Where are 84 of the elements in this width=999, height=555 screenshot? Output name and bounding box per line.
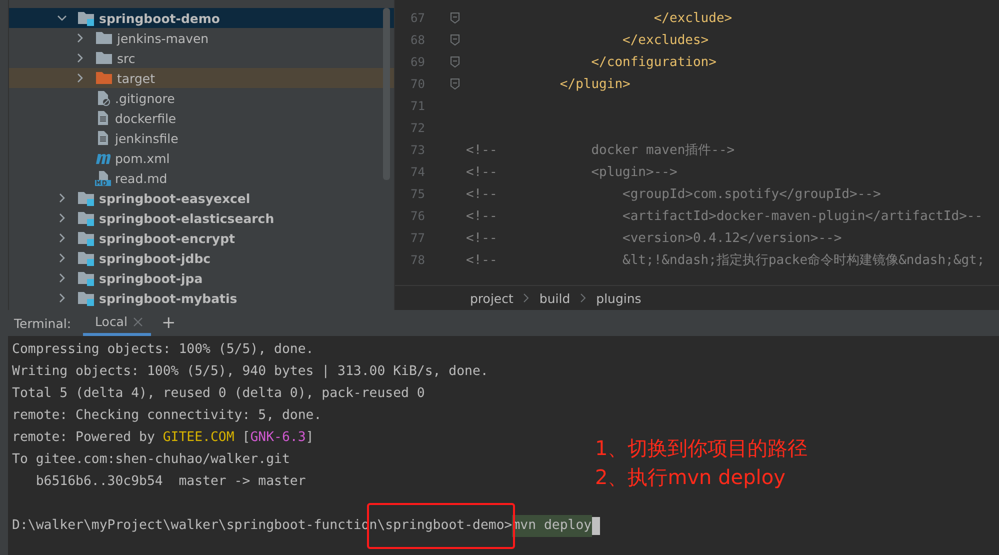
module-folder-icon [77,10,95,26]
module-folder-icon [77,190,95,206]
terminal-line: remote: Checking connectivity: 5, done. [12,407,322,425]
tree-item[interactable]: jenkins-maven [9,28,394,48]
code-line: </exclude> [652,10,732,26]
tree-item[interactable]: springboot-jdbc [9,248,394,268]
markdown-file-icon [95,170,111,186]
annotation-text: 1、切换到你项目的路径 2、执行mvn deploy [595,435,808,491]
collapsed-chevron-icon[interactable] [75,53,85,63]
folder-icon [95,30,113,46]
module-folder-icon [77,290,95,306]
code-line: <!-- <artifactId>docker-maven-plugin</artifactId>-- [466,208,983,224]
code-line: <!-- <plugin>--> [466,164,678,180]
breadcrumb-separator-icon [523,293,530,303]
collapsed-chevron-icon[interactable] [57,233,67,243]
breadcrumb-item[interactable]: project [470,290,514,306]
line-number: 78 [410,253,425,267]
text-file-icon [95,110,111,126]
breadcrumb-item[interactable]: plugins [596,290,642,306]
terminal-line: Compressing objects: 100% (5/5), done. [12,341,314,359]
line-number: 74 [410,165,425,179]
terminal-line: b6516b6..30c9b54 master -> master [34,473,306,491]
terminal-line: Total 5 (delta 4), reused 0 (delta 0), pack-reused 0 [12,385,425,403]
collapsed-chevron-icon[interactable] [57,253,67,263]
terminal-tab[interactable]: Local [83,310,152,336]
folder-icon [95,50,113,66]
tree-item[interactable]: springboot-elasticsearch [9,208,394,228]
fold-marker-icon[interactable] [450,12,460,24]
line-number: 69 [410,55,425,69]
collapsed-chevron-icon[interactable] [57,193,67,203]
module-folder-icon [77,210,95,226]
line-number: 76 [410,209,425,223]
line-number: 67 [410,11,425,25]
tree-item[interactable]: target [9,68,394,88]
collapsed-chevron-icon[interactable] [57,273,67,283]
tree-item[interactable]: pom.xml [9,148,394,168]
tree-item[interactable]: springboot-mybatis [9,288,394,308]
close-icon[interactable] [133,316,144,326]
code-line: </configuration> [590,54,716,70]
code-line: <!-- <groupId>com.spotify</groupId>--> [466,186,881,202]
add-tab-button[interactable]: + [151,310,186,336]
ignored-file-icon [95,90,111,106]
line-number: 71 [410,99,425,113]
tree-item[interactable]: springboot-encrypt [9,228,394,248]
tree-item[interactable]: jenkinsfile [9,128,394,148]
tree-item[interactable]: src [9,48,394,68]
tree-item[interactable]: dockerfile [9,108,394,128]
prompt-directory: \springboot-demo> [377,515,512,537]
line-number: 77 [410,231,425,245]
tree-item[interactable]: springboot-demo [9,8,394,28]
line-number: 73 [410,143,425,157]
tree-item[interactable]: .gitignore [9,88,394,108]
module-folder-icon [77,250,95,266]
tree-item[interactable]: springboot-easyexcel [9,188,394,208]
code-line: </excludes> [622,32,709,48]
breadcrumb-item[interactable]: build [539,290,570,306]
terminal-line: Writing objects: 100% (5/5), 940 bytes | 313.00 KiB/s, done. [12,363,488,381]
module-folder-icon [77,230,95,246]
fold-marker-icon[interactable] [450,34,460,46]
terminal-label: Terminal: [14,314,72,332]
line-number: 70 [410,77,425,91]
expanded-chevron-icon[interactable] [57,13,67,23]
line-number: 75 [410,187,425,201]
collapsed-chevron-icon[interactable] [57,293,67,303]
tree-item[interactable]: springboot-jpa [9,268,394,288]
breadcrumb-separator-icon [580,293,586,303]
collapsed-chevron-icon[interactable] [75,73,85,83]
code-line: <!-- docker maven插件--> [466,143,735,158]
code-line: </plugin> [558,76,630,92]
folder-icon [95,70,113,86]
collapsed-chevron-icon[interactable] [75,33,85,43]
line-number: 68 [410,33,425,47]
collapsed-chevron-icon[interactable] [57,213,67,223]
text-file-icon [95,130,111,146]
code-line: <!-- &lt;!&ndash;指定执行packe命令时构建镜像&ndash;&gt; [466,253,985,268]
tree-item[interactable]: read.md [9,168,394,188]
scrollbar-thumb[interactable] [383,8,390,180]
line-number: 72 [410,121,425,135]
module-folder-icon [77,270,95,286]
terminal-line: remote: Powered by GITEE.COM [GNK-6.3] [12,429,314,447]
fold-marker-icon[interactable] [450,78,460,90]
code-line: <!-- <version>0.4.12</version>--> [466,230,842,246]
fold-marker-icon[interactable] [450,56,460,68]
terminal-line: To gitee.com:shen-chuhao/walker.git [12,451,290,469]
